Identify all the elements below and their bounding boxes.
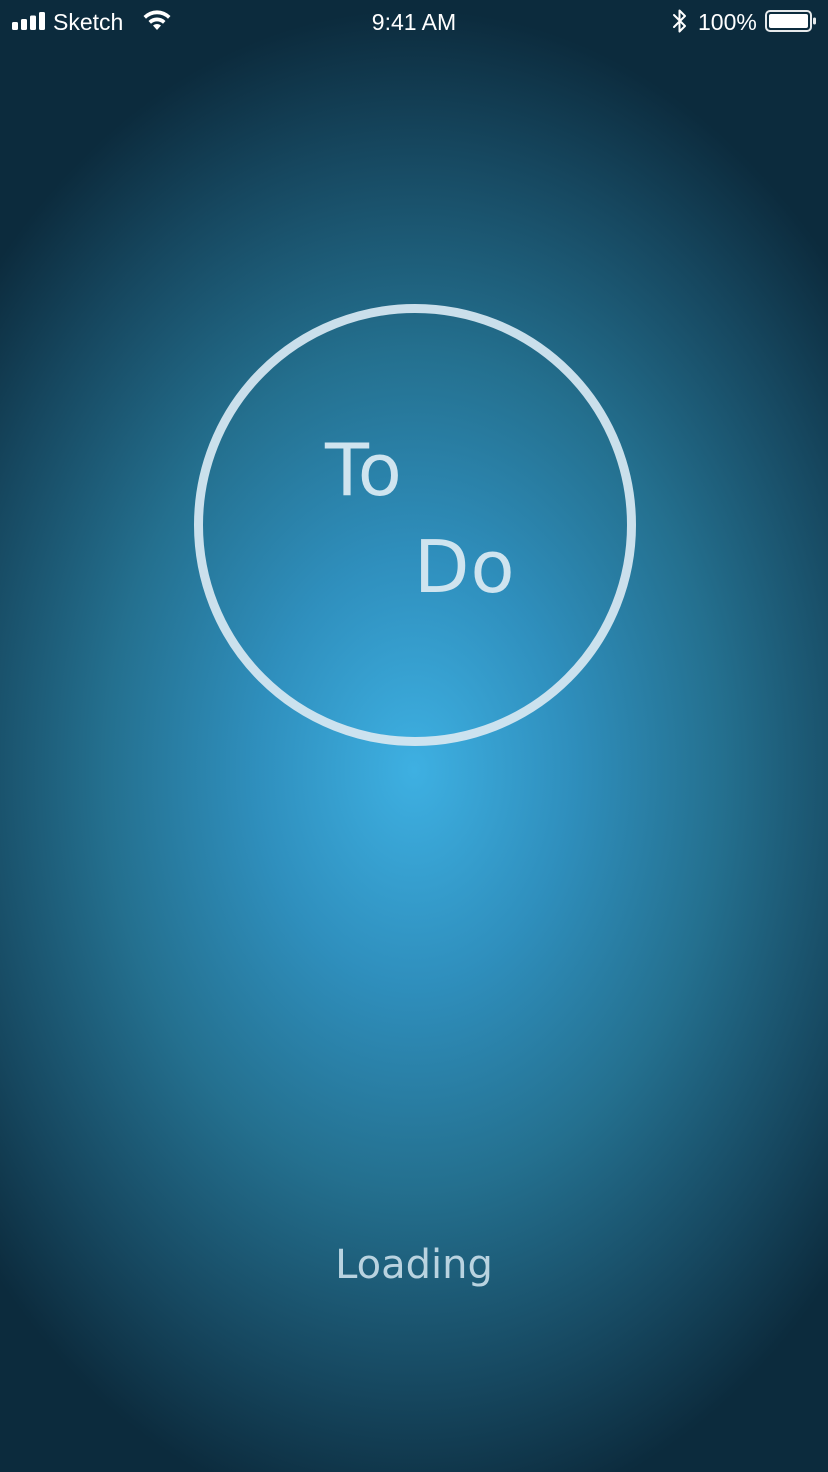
- battery-percentage: 100%: [698, 9, 757, 35]
- splash-screen: Sketch 9:41 AM 100% To Do Loading: [0, 0, 828, 1472]
- status-bar: Sketch 9:41 AM 100%: [0, 0, 828, 44]
- bluetooth-icon: [673, 9, 686, 33]
- logo-text-to: To: [325, 428, 403, 512]
- loading-label: Loading: [335, 1242, 493, 1288]
- logo-text-do: Do: [414, 525, 516, 609]
- battery-icon: [765, 10, 816, 32]
